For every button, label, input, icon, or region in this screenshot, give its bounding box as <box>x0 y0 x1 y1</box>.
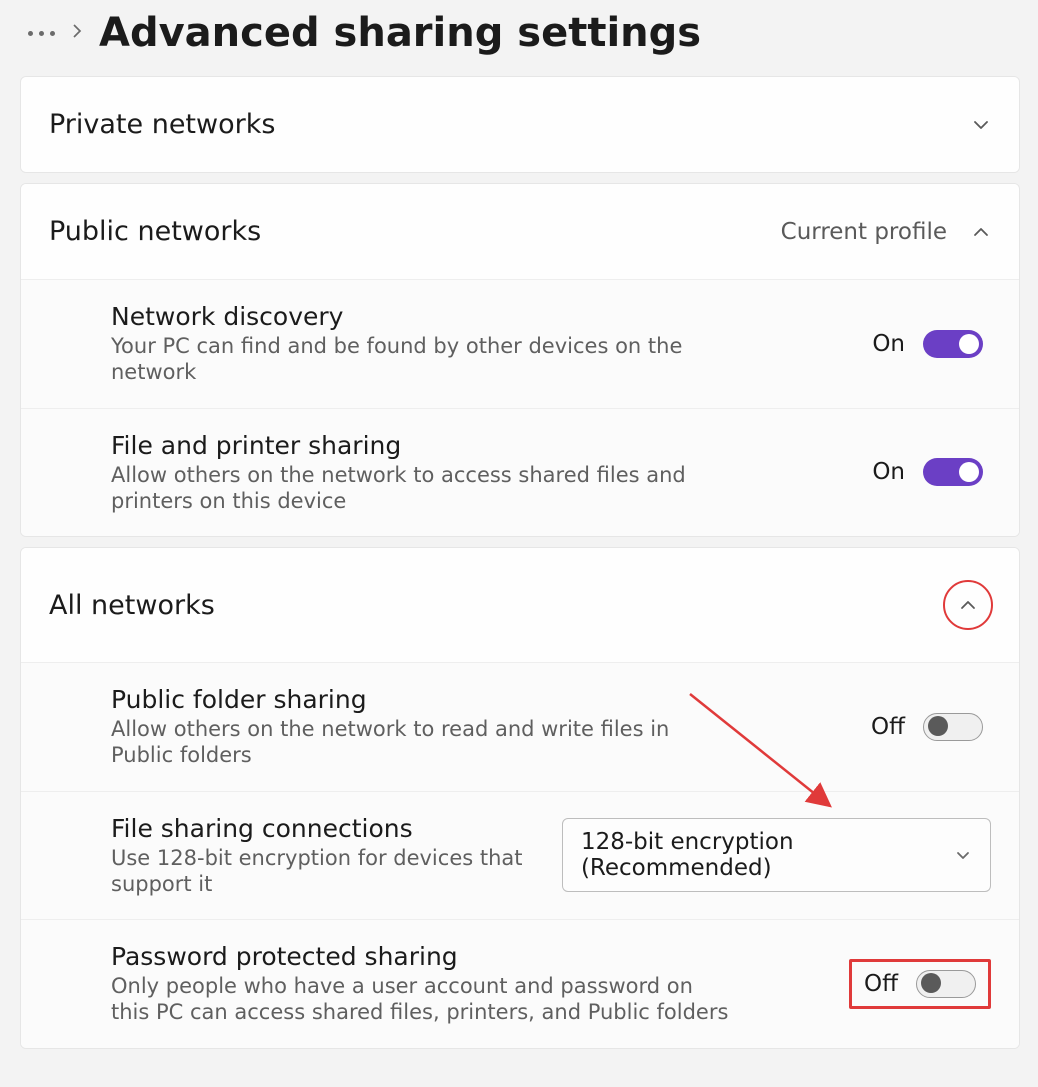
section-title: Private networks <box>49 109 275 140</box>
chevron-up-icon <box>971 222 991 242</box>
setting-password-protected-sharing: Password protected sharing Only people w… <box>21 919 1019 1048</box>
section-public-networks: Public networks Current profile Network … <box>20 183 1020 537</box>
current-profile-label: Current profile <box>781 219 947 245</box>
setting-title: Network discovery <box>111 302 731 331</box>
setting-file-sharing-connections: File sharing connections Use 128-bit enc… <box>21 791 1019 920</box>
file-sharing-encryption-select[interactable]: 128-bit encryption (Recommended) <box>562 818 991 892</box>
select-value: 128-bit encryption (Recommended) <box>581 829 935 881</box>
chevron-down-icon <box>971 115 991 135</box>
setting-description: Allow others on the network to access sh… <box>111 462 731 515</box>
setting-title: File and printer sharing <box>111 431 731 460</box>
toggle-state-label: On <box>872 459 905 485</box>
toggle-state-label: Off <box>871 714 905 740</box>
toggle-state-label: On <box>872 331 905 357</box>
password-protected-sharing-toggle[interactable] <box>916 970 976 998</box>
setting-description: Your PC can find and be found by other d… <box>111 333 731 386</box>
setting-description: Allow others on the network to read and … <box>111 716 731 769</box>
page-title: Advanced sharing settings <box>99 10 701 56</box>
chevron-up-icon <box>958 595 978 615</box>
section-header-public[interactable]: Public networks Current profile <box>21 184 1019 279</box>
setting-title: File sharing connections <box>111 814 562 843</box>
section-private-networks: Private networks <box>20 76 1020 173</box>
setting-description: Only people who have a user account and … <box>111 973 731 1026</box>
highlight-circle <box>943 580 993 630</box>
setting-file-printer-sharing: File and printer sharing Allow others on… <box>21 408 1019 537</box>
setting-title: Public folder sharing <box>111 685 731 714</box>
section-title: All networks <box>49 590 215 621</box>
setting-public-folder-sharing: Public folder sharing Allow others on th… <box>21 662 1019 791</box>
section-title: Public networks <box>49 216 261 247</box>
section-all-networks: All networks Public folder sharing Allow… <box>20 547 1020 1049</box>
highlight-box: Off <box>849 959 991 1009</box>
setting-network-discovery: Network discovery Your PC can find and b… <box>21 279 1019 408</box>
public-folder-sharing-toggle[interactable] <box>923 713 983 741</box>
network-discovery-toggle[interactable] <box>923 330 983 358</box>
toggle-state-label: Off <box>864 971 898 997</box>
breadcrumb: Advanced sharing settings <box>0 10 1020 76</box>
setting-title: Password protected sharing <box>111 942 731 971</box>
chevron-down-icon <box>955 845 972 865</box>
section-header-all[interactable]: All networks <box>21 548 1019 662</box>
setting-description: Use 128-bit encryption for devices that … <box>111 845 562 898</box>
more-icon[interactable] <box>28 31 55 36</box>
file-printer-sharing-toggle[interactable] <box>923 458 983 486</box>
chevron-right-icon <box>69 23 85 43</box>
section-header-private[interactable]: Private networks <box>21 77 1019 172</box>
